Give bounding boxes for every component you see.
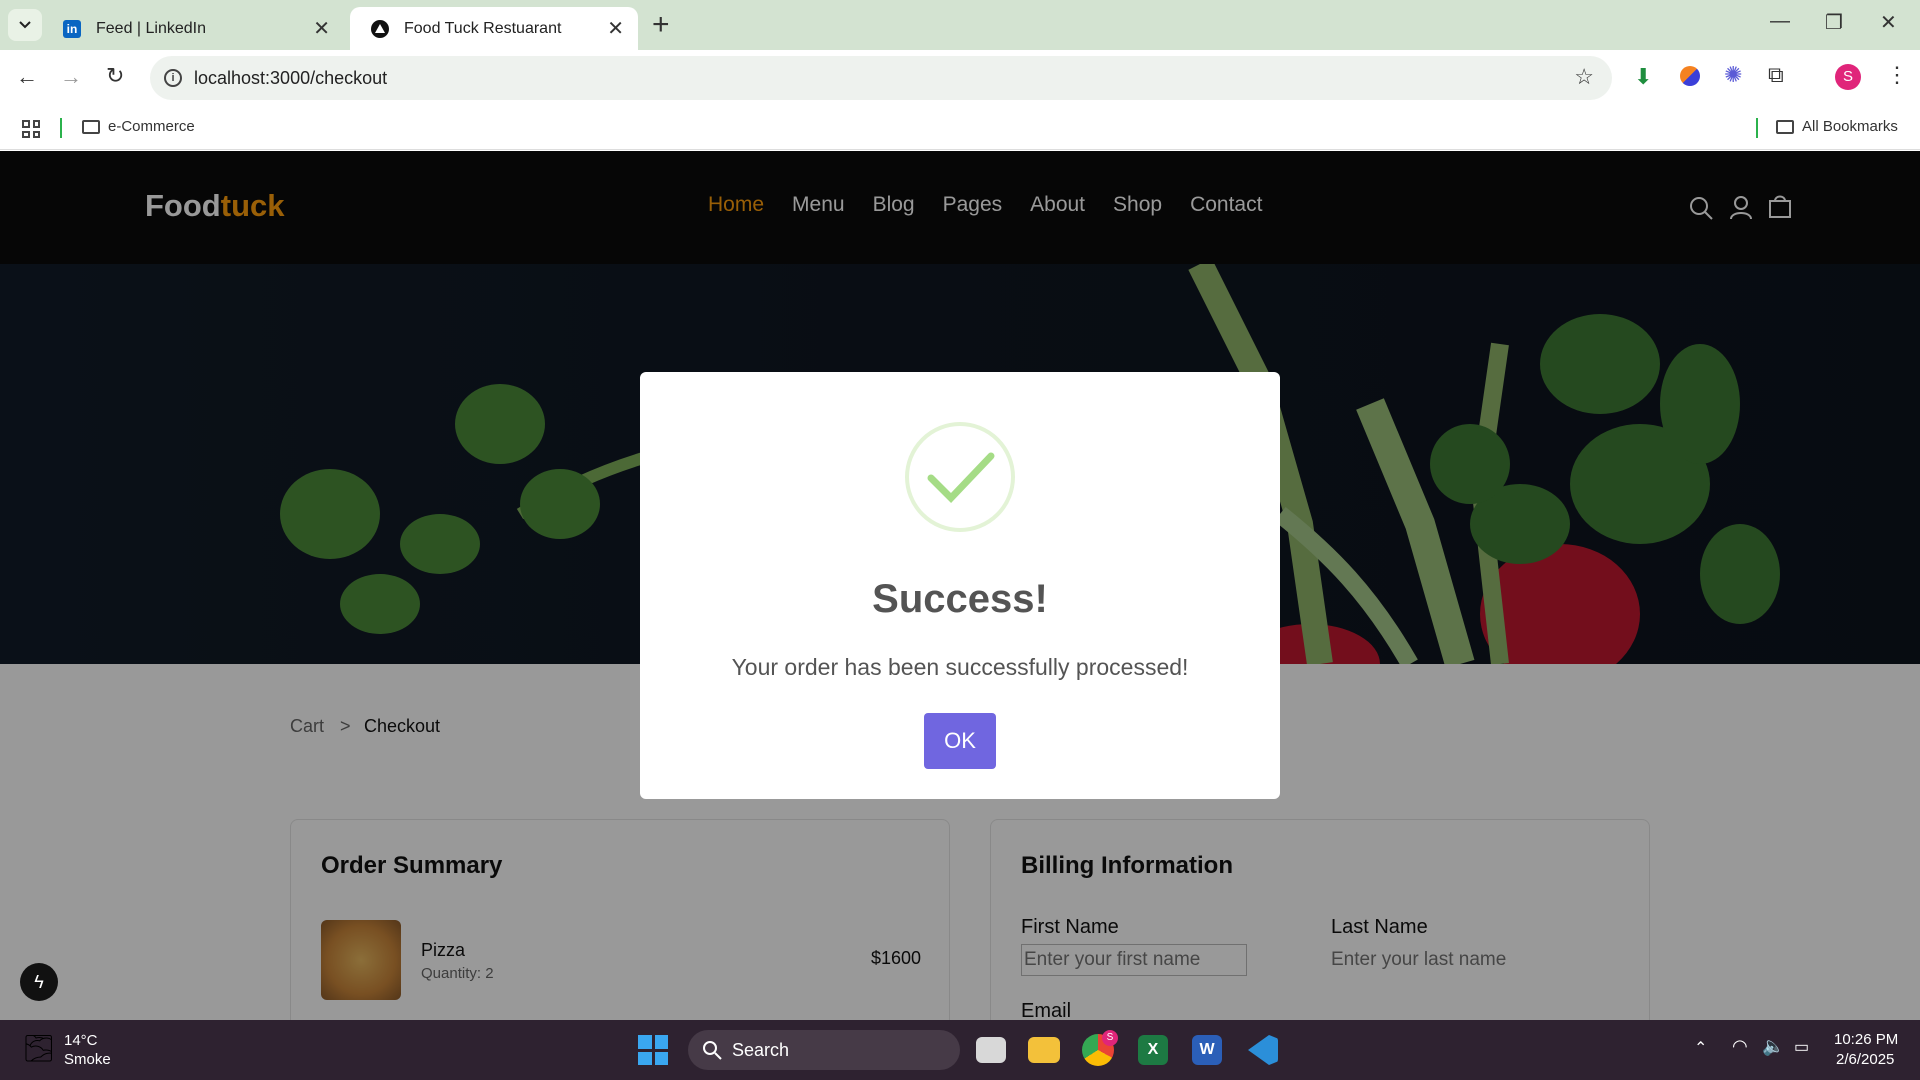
weather-icon[interactable]: 🌫 — [22, 1033, 55, 1064]
bookmark-label: All Bookmarks — [1802, 118, 1898, 135]
folder-icon — [1776, 119, 1794, 134]
separator — [60, 118, 62, 138]
download-icon[interactable]: ⬇ — [1634, 64, 1652, 90]
extension-flower-icon[interactable]: ✺ — [1724, 62, 1742, 88]
minimize-button[interactable]: — — [1770, 10, 1790, 33]
windows-start-icon[interactable] — [638, 1035, 668, 1065]
site-favicon-icon — [370, 19, 390, 39]
web-page: Foodtuck Home Menu Blog Pages About Shop… — [0, 151, 1920, 1020]
separator — [1756, 118, 1758, 138]
taskbar: 🌫 14°C Smoke Search S X W ⌃ ◠ 🔈 ▭ 10:26 … — [0, 1020, 1920, 1080]
omnibox[interactable]: i localhost:3000/checkout ☆ — [150, 56, 1612, 100]
restore-button[interactable]: ❐ — [1825, 10, 1843, 35]
bookmarks-bar: e-Commerce All Bookmarks — [0, 108, 1920, 150]
url-text[interactable]: localhost:3000/checkout — [194, 68, 387, 89]
new-tab-button[interactable]: + — [652, 8, 670, 42]
vscode-icon[interactable] — [1248, 1035, 1278, 1065]
success-dialog: Success! Your order has been successfull… — [640, 372, 1280, 799]
profile-avatar[interactable]: S — [1835, 64, 1861, 90]
taskbar-search[interactable]: Search — [688, 1030, 960, 1070]
clock-time[interactable]: 10:26 PM — [1834, 1031, 1898, 1048]
tab-title: Feed | LinkedIn — [96, 19, 207, 37]
tab-title: Food Tuck Restuarant — [404, 19, 562, 37]
reload-icon[interactable]: ↻ — [106, 63, 124, 89]
weather-desc[interactable]: Smoke — [64, 1051, 111, 1068]
extensions-puzzle-icon[interactable]: ⧉ — [1768, 62, 1784, 88]
close-tab-icon[interactable]: ✕ — [607, 16, 624, 41]
site-info-icon[interactable]: i — [164, 69, 182, 87]
chevron-up-icon[interactable]: ⌃ — [1694, 1038, 1707, 1058]
file-explorer-icon[interactable] — [1028, 1037, 1060, 1063]
excel-icon[interactable]: X — [1138, 1035, 1168, 1065]
tab-search-button[interactable] — [8, 9, 42, 41]
star-icon[interactable]: ☆ — [1574, 64, 1594, 90]
folder-icon — [82, 119, 100, 134]
dialog-title: Success! — [872, 577, 1048, 621]
close-window-button[interactable]: ✕ — [1880, 10, 1897, 35]
kebab-menu-icon[interactable]: ⋮ — [1886, 62, 1908, 88]
clock-date[interactable]: 2/6/2025 — [1836, 1051, 1894, 1068]
bookmark-label: e-Commerce — [108, 118, 195, 135]
close-tab-icon[interactable]: ✕ — [313, 16, 330, 41]
task-view-icon[interactable] — [976, 1037, 1006, 1063]
address-bar-row: ← → ↻ i localhost:3000/checkout ☆ ⬇ ✺ ⧉ … — [0, 50, 1920, 108]
linkedin-icon: in — [62, 19, 82, 39]
search-label: Search — [732, 1039, 790, 1060]
dev-tools-button[interactable]: ϟ — [20, 963, 58, 1001]
back-icon[interactable]: ← — [16, 64, 38, 90]
weather-temp[interactable]: 14°C — [64, 1032, 98, 1049]
chrome-profile-badge: S — [1102, 1030, 1118, 1046]
battery-icon[interactable]: ▭ — [1794, 1037, 1809, 1057]
search-icon — [703, 1041, 722, 1060]
apps-grid-icon[interactable] — [22, 120, 40, 138]
lightning-icon: ϟ — [34, 971, 44, 992]
tab-linkedin[interactable]: in Feed | LinkedIn ✕ — [42, 7, 344, 50]
forward-icon[interactable]: → — [60, 64, 82, 90]
wifi-icon[interactable]: ◠ — [1732, 1036, 1748, 1057]
chevron-down-icon — [19, 21, 31, 29]
tab-food-tuck[interactable]: Food Tuck Restuarant ✕ — [350, 7, 638, 50]
word-icon[interactable]: W — [1192, 1035, 1222, 1065]
bookmark-folder-ecommerce[interactable]: e-Commerce — [82, 118, 195, 135]
browser-tab-bar: in Feed | LinkedIn ✕ Food Tuck Restuaran… — [0, 0, 1920, 50]
extension-icon[interactable] — [1680, 66, 1700, 86]
dialog-message: Your order has been successfully process… — [731, 654, 1189, 680]
success-check-icon — [905, 422, 1015, 532]
volume-icon[interactable]: 🔈 — [1762, 1036, 1784, 1057]
all-bookmarks[interactable]: All Bookmarks — [1776, 118, 1898, 135]
ok-button[interactable]: OK — [924, 713, 996, 769]
checkmark-icon — [927, 452, 995, 504]
